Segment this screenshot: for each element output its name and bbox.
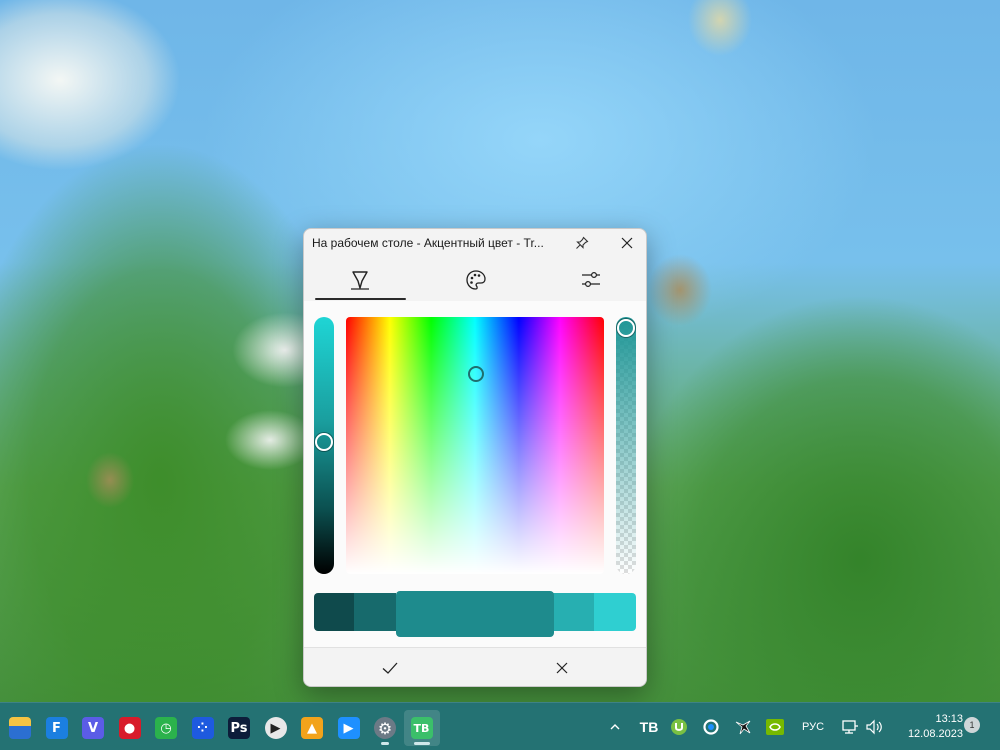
clock-app[interactable]: ◷ <box>148 710 184 746</box>
dialog-titlebar: На рабочем столе - Акцентный цвет - Tr..… <box>304 229 646 257</box>
swatch-lighter-1[interactable] <box>552 593 594 631</box>
taskbar: F V ● ◷ ⁘ Ps ▶ ▲ ▶ ⚙ TB TB РУС 13:13 12.08.2023 <box>0 702 1000 750</box>
color-swatches <box>314 591 636 637</box>
chevron-up-icon <box>610 724 620 730</box>
alpha-slider[interactable] <box>616 317 636 574</box>
photoshop-app[interactable]: Ps <box>221 710 257 746</box>
tray-utorrent-icon[interactable] <box>668 715 690 739</box>
sliders-icon <box>582 271 600 288</box>
translucenttb-app[interactable]: TB <box>403 710 440 746</box>
swatch-darker-2[interactable] <box>314 593 354 631</box>
value-slider-thumb[interactable] <box>315 433 333 451</box>
clock-date: 12.08.2023 <box>907 728 963 740</box>
dialog-title: На рабочем столе - Акцентный цвет - Tr..… <box>312 236 544 250</box>
checkmark-icon <box>382 662 398 674</box>
tab-sliders[interactable] <box>546 261 636 299</box>
running-indicator <box>381 742 389 745</box>
settings-icon: ⚙ <box>374 717 396 739</box>
network-button[interactable] <box>840 715 860 739</box>
pin-button[interactable] <box>571 233 593 253</box>
dots-icon: ⁘ <box>191 717 214 739</box>
clock-time: 13:13 <box>935 713 963 725</box>
alpha-slider-thumb[interactable] <box>617 319 635 337</box>
picker-content <box>304 301 646 647</box>
spectrum-selector[interactable] <box>468 366 484 382</box>
swatch-lighter-2[interactable] <box>594 593 636 631</box>
tab-selection-underline <box>315 298 406 300</box>
f-app[interactable]: F <box>39 710 75 746</box>
language-indicator[interactable]: РУС <box>798 715 828 739</box>
network-icon <box>842 720 858 734</box>
close-button[interactable] <box>616 233 638 253</box>
file-explorer-icon <box>9 717 31 739</box>
alpha-fill <box>616 317 636 574</box>
dots-app[interactable]: ⁘ <box>185 710 221 746</box>
swatch-darker-1[interactable] <box>354 593 396 631</box>
swatch-current[interactable] <box>396 591 554 637</box>
nvidia-icon <box>766 719 784 735</box>
tab-palette[interactable] <box>431 261 521 299</box>
palette-icon <box>466 270 486 290</box>
play-circle-icon: ▶ <box>264 717 287 739</box>
clock[interactable]: 13:13 12.08.2023 <box>893 712 963 742</box>
tray-tb-icon[interactable]: TB <box>638 715 660 739</box>
show-hidden-icons-button[interactable] <box>606 715 624 739</box>
close-icon <box>621 237 633 249</box>
close-icon <box>556 662 568 674</box>
notification-badge[interactable]: 1 <box>964 717 980 733</box>
record-app[interactable]: ● <box>112 710 148 746</box>
color-picker-dialog: На рабочем столе - Акцентный цвет - Tr..… <box>303 228 647 687</box>
v-app[interactable]: V <box>75 710 111 746</box>
volume-button[interactable] <box>864 715 884 739</box>
tray-mask-icon[interactable] <box>732 715 754 739</box>
translucenttb-tray-icon: TB <box>639 719 659 735</box>
value-slider[interactable] <box>314 317 334 574</box>
play-circle-app[interactable]: ▶ <box>258 710 294 746</box>
settings-app[interactable]: ⚙ <box>367 710 403 746</box>
play-icon: ▶ <box>337 717 360 739</box>
play-app[interactable]: ▶ <box>331 710 367 746</box>
photoshop-icon: Ps <box>228 717 250 739</box>
f-icon: F <box>45 717 68 739</box>
color-spectrum[interactable] <box>346 317 604 574</box>
tab-spectrum[interactable] <box>315 261 405 299</box>
mask-icon <box>735 720 751 735</box>
translucenttb-icon: TB <box>410 717 433 739</box>
triangle-app[interactable]: ▲ <box>294 710 330 746</box>
pin-icon <box>576 236 589 249</box>
file-explorer-app[interactable] <box>2 710 38 746</box>
dialog-footer <box>304 647 646 686</box>
tray-nvidia-icon[interactable] <box>764 715 786 739</box>
clock-icon: ◷ <box>155 717 177 739</box>
ring-icon <box>703 719 719 735</box>
mode-tabs <box>304 261 646 299</box>
utorrent-icon <box>671 719 687 735</box>
tray-ring-icon[interactable] <box>700 715 722 739</box>
record-icon: ● <box>118 717 141 739</box>
cancel-button[interactable] <box>476 648 646 686</box>
speaker-icon <box>866 719 882 735</box>
triangle-icon: ▲ <box>301 717 323 739</box>
running-indicator <box>413 742 430 745</box>
pen-icon <box>351 271 369 290</box>
v-icon: V <box>82 717 104 739</box>
apply-button[interactable] <box>304 648 476 686</box>
